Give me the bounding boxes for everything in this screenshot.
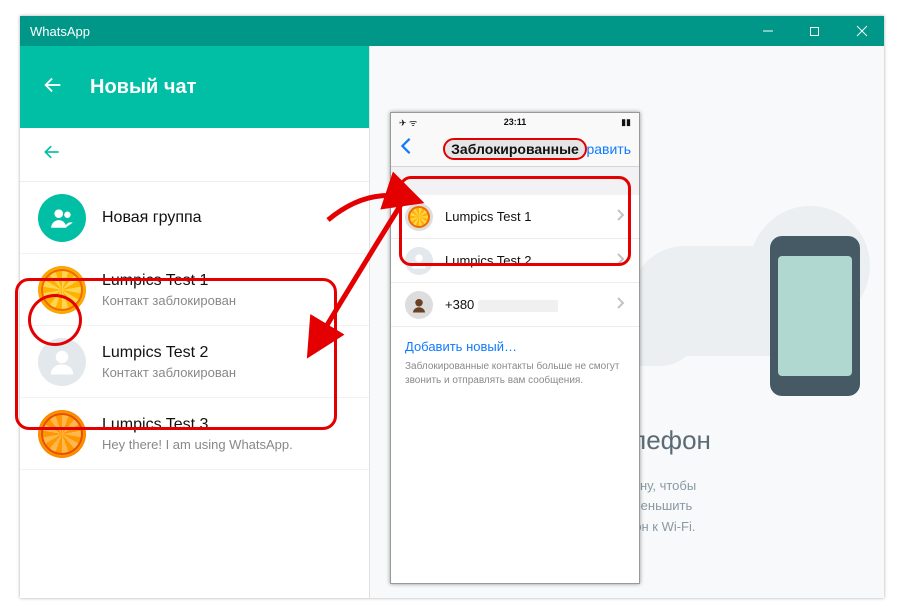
back-arrow-icon[interactable] — [42, 74, 64, 101]
mini-avatar-2 — [405, 247, 433, 275]
avatar-lumpics-3 — [38, 410, 86, 458]
left-panel-title: Новый чат — [90, 76, 196, 99]
iphone-nav-title: Заблокированные — [443, 138, 587, 160]
status-time: 23:11 — [391, 117, 639, 127]
mini-avatar-3 — [405, 291, 433, 319]
contact-status: Hey there! I am using WhatsApp. — [102, 437, 293, 452]
window-controls — [745, 16, 884, 46]
iphone-blocked-description: Заблокированные контакты больше не смогу… — [391, 360, 639, 402]
iphone-row-name: +380 — [445, 297, 605, 312]
group-icon — [38, 194, 86, 242]
left-panel-header: Новый чат — [20, 46, 369, 128]
mini-avatar-1 — [405, 203, 433, 231]
contact-name: Lumpics Test 2 — [102, 344, 236, 362]
phone-illustration — [770, 236, 860, 396]
avatar-lumpics-1 — [38, 266, 86, 314]
iphone-spacer — [391, 167, 639, 195]
iphone-row-2[interactable]: Lumpics Test 2 — [391, 239, 639, 283]
chevron-right-icon — [617, 208, 625, 226]
avatar-lumpics-2 — [38, 338, 86, 386]
iphone-row-1[interactable]: Lumpics Test 1 — [391, 195, 639, 239]
chevron-right-icon — [617, 252, 625, 270]
iphone-row-name: Lumpics Test 2 — [445, 253, 605, 268]
minimize-button[interactable] — [745, 16, 790, 46]
iphone-status-bar: ✈ ᯤ 23:11 ▮▮ — [391, 113, 639, 131]
iphone-back-button[interactable] — [399, 137, 413, 160]
iphone-nav-bar: Заблокированные Править — [391, 131, 639, 167]
titlebar: WhatsApp — [20, 16, 884, 46]
contact-row-2[interactable]: Lumpics Test 2 Контакт заблокирован — [20, 326, 369, 398]
sub-back-row — [20, 128, 369, 182]
left-panel: Новый чат Новая группа Lumpics Test 1 — [20, 46, 370, 598]
new-group-row[interactable]: Новая группа — [20, 182, 369, 254]
close-button[interactable] — [839, 16, 884, 46]
contact-name: Lumpics Test 1 — [102, 272, 236, 290]
new-group-label: Новая группа — [102, 209, 202, 227]
iphone-blocked-list: Lumpics Test 1 Lumpics Test 2 +380 — [391, 195, 639, 327]
iphone-row-3[interactable]: +380 — [391, 283, 639, 327]
contact-row-1[interactable]: Lumpics Test 1 Контакт заблокирован — [20, 254, 369, 326]
iphone-add-new[interactable]: Добавить новый… — [391, 327, 639, 360]
iphone-row-name: Lumpics Test 1 — [445, 209, 605, 224]
contact-status: Контакт заблокирован — [102, 365, 236, 380]
maximize-button[interactable] — [792, 16, 837, 46]
iphone-overlay: ✈ ᯤ 23:11 ▮▮ Заблокированные Править Lum… — [390, 112, 640, 584]
contact-name: Lumpics Test 3 — [102, 416, 293, 434]
chevron-right-icon — [617, 296, 625, 314]
contact-row-3[interactable]: Lumpics Test 3 Hey there! I am using Wha… — [20, 398, 369, 470]
window-title: WhatsApp — [30, 24, 745, 39]
contact-status: Контакт заблокирован — [102, 293, 236, 308]
sub-back-icon[interactable] — [42, 142, 62, 167]
iphone-edit-button[interactable]: Править — [576, 141, 631, 157]
